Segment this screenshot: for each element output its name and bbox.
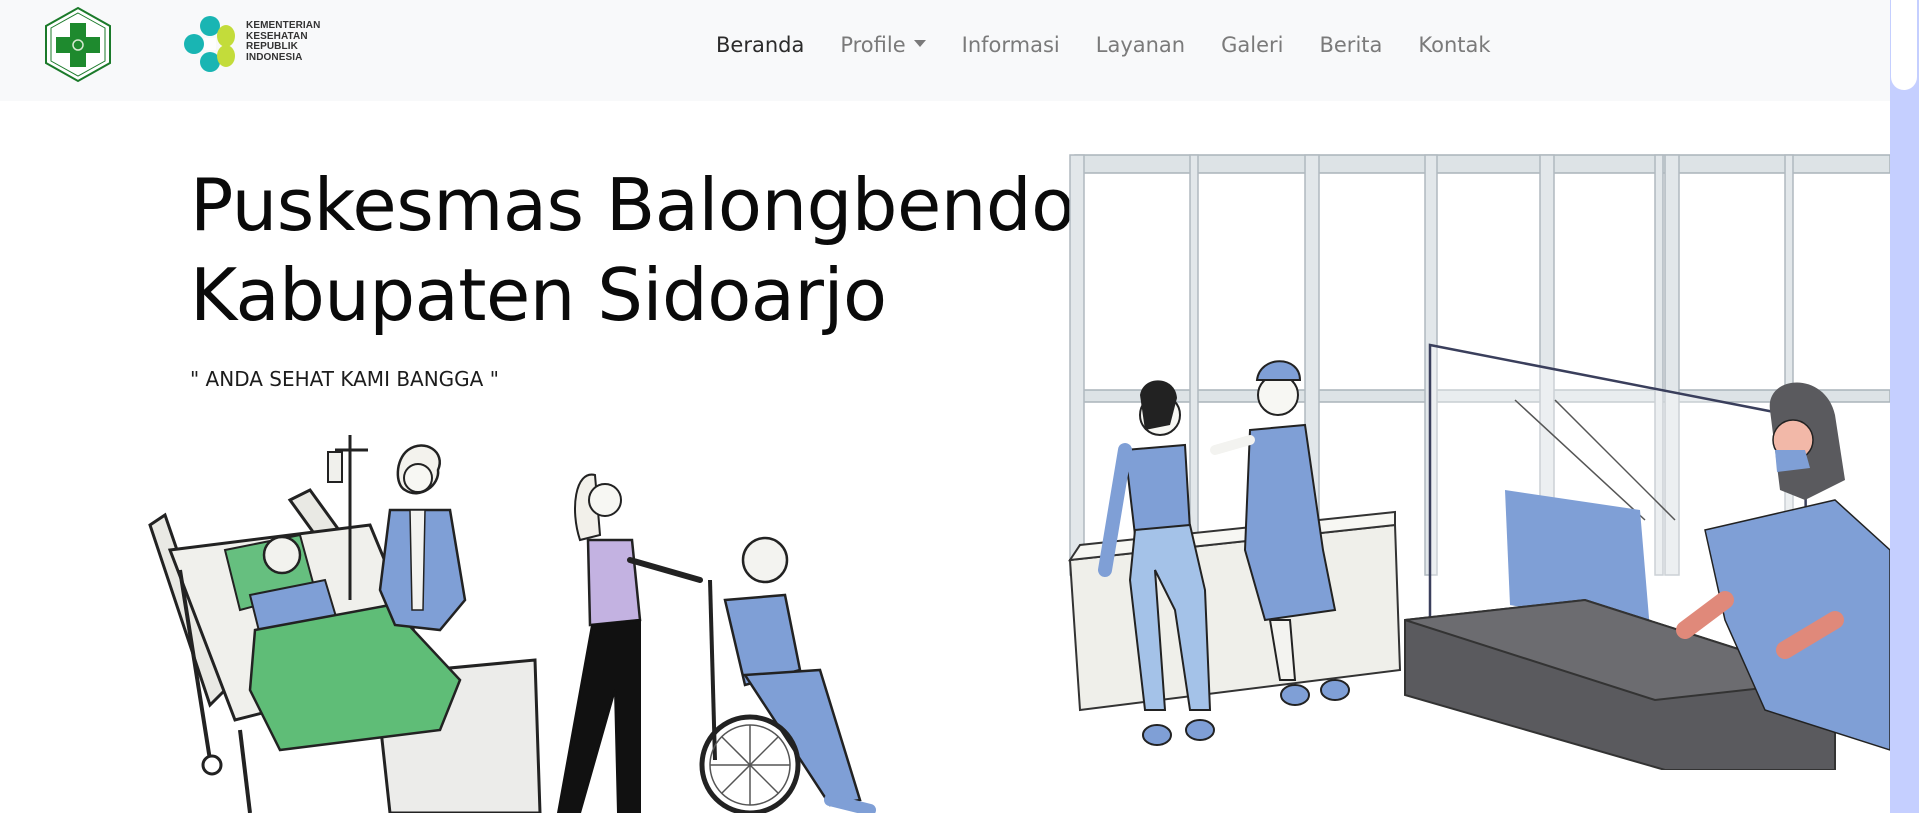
hero-tagline: " ANDA SEHAT KAMI BANGGA " [190, 367, 499, 391]
nav-item-profile-label: Profile [840, 33, 906, 57]
nav-item-berita[interactable]: Berita [1301, 29, 1400, 61]
hero-title: Puskesmas Balongbendo Kabupaten Sidoarjo [190, 160, 1075, 340]
hospital-care-illustration [148, 435, 876, 813]
nav-item-profile[interactable]: Profile [822, 29, 943, 61]
scrollbar-thumb[interactable] [1891, 0, 1917, 90]
nav-item-informasi[interactable]: Informasi [944, 29, 1078, 61]
nav-item-kontak[interactable]: Kontak [1400, 29, 1508, 61]
kemenkes-line: REPUBLIK [246, 41, 298, 52]
nav-item-beranda[interactable]: Beranda [716, 29, 822, 61]
kemenkes-logo[interactable]: KEMENTERIAN KESEHATAN REPUBLIK INDONESIA [180, 14, 330, 76]
page-scrollbar[interactable] [1890, 0, 1919, 813]
main-nav: Beranda Profile Informasi Layanan Galeri… [716, 29, 1509, 61]
waiting-room-illustration [1067, 154, 1890, 770]
kemenkes-wordmark: KEMENTERIAN KESEHATAN REPUBLIK INDONESIA [246, 20, 321, 63]
hero-title-line: Puskesmas Balongbendo [190, 163, 1075, 247]
kemenkes-line: INDONESIA [246, 51, 303, 63]
kemenkes-flower-icon [184, 16, 235, 72]
caret-down-icon [913, 40, 926, 47]
puskesmas-logo-icon[interactable] [43, 6, 113, 83]
kemenkes-line: KEMENTERIAN [246, 20, 321, 31]
navbar: KEMENTERIAN KESEHATAN REPUBLIK INDONESIA… [0, 0, 1890, 101]
nav-item-galeri[interactable]: Galeri [1203, 29, 1301, 61]
hero-title-line: Kabupaten Sidoarjo [190, 253, 887, 337]
nav-item-layanan[interactable]: Layanan [1078, 29, 1203, 61]
